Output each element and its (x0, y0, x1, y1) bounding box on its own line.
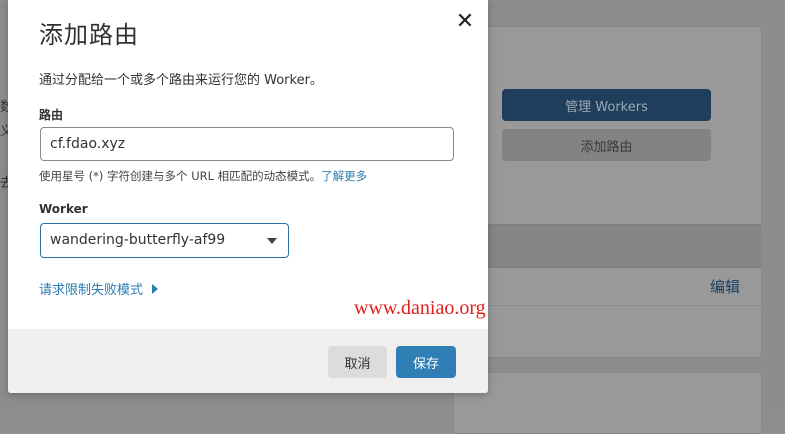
add-route-modal: 添加路由 ✕ 通过分配给一个或多个路由来运行您的 Worker。 路由 使用星号… (8, 0, 488, 393)
background-card (453, 26, 762, 358)
route-label: 路由 (39, 108, 64, 122)
route-help-text: 使用星号 (*) 字符创建与多个 URL 相匹配的动态模式。了解更多 (39, 168, 367, 184)
close-icon[interactable]: ✕ (454, 10, 476, 34)
fail-mode-label: 请求限制失败模式 (39, 283, 144, 298)
caret-right-icon (152, 283, 159, 294)
route-input[interactable] (40, 127, 454, 161)
learn-more-link[interactable]: 了解更多 (321, 169, 367, 183)
cancel-button[interactable]: 取消 (328, 346, 387, 378)
worker-label: Worker (39, 202, 88, 216)
rate-limit-fail-mode-toggle[interactable]: 请求限制失败模式 (39, 279, 159, 298)
background-table-header (453, 224, 761, 268)
chevron-down-icon (267, 238, 277, 244)
background-row-divider (453, 305, 761, 306)
modal-footer: 取消 保存 (8, 329, 488, 393)
modal-title: 添加路由 (39, 21, 139, 49)
manage-workers-button[interactable]: 管理 Workers (502, 89, 711, 121)
route-help-description: 使用星号 (*) 字符创建与多个 URL 相匹配的动态模式。 (39, 169, 322, 183)
worker-select-value: wandering-butterfly-af99 (50, 232, 226, 248)
edit-link[interactable]: 编辑 (710, 276, 740, 297)
save-button[interactable]: 保存 (396, 346, 456, 378)
background-card-secondary (453, 372, 762, 434)
modal-description: 通过分配给一个或多个路由来运行您的 Worker。 (39, 73, 323, 88)
background-add-route-button[interactable]: 添加路由 (502, 129, 711, 161)
worker-select[interactable]: wandering-butterfly-af99 (40, 223, 289, 258)
watermark-text: www.daniao.org (354, 297, 486, 319)
